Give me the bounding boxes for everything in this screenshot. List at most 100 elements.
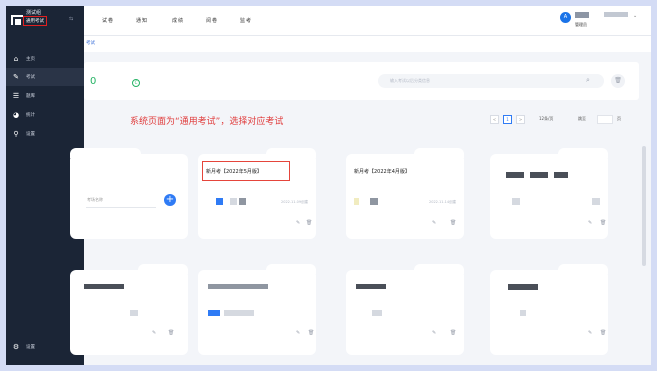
blurred-title bbox=[84, 284, 124, 289]
card-tab bbox=[266, 148, 316, 158]
sidebar-item-label: 设置 bbox=[26, 345, 35, 350]
exam-card-date: 2022.11.09创建 bbox=[281, 200, 309, 204]
delete-icon[interactable]: 🗑 bbox=[600, 330, 606, 336]
blurred-stat bbox=[130, 310, 138, 316]
blurred-title bbox=[506, 172, 524, 178]
blurred-title bbox=[208, 284, 268, 289]
edit-icon[interactable]: ✎ bbox=[588, 220, 592, 226]
card-tab bbox=[266, 264, 316, 274]
pager-page-suffix: 页 bbox=[617, 116, 621, 121]
tab-notice[interactable]: 通知 bbox=[136, 17, 148, 24]
exam-icon: ✎ bbox=[13, 73, 19, 81]
exam-name-input[interactable]: 考场名称 bbox=[87, 197, 103, 203]
sidebar-item-question-bank[interactable]: ☰ 题库 bbox=[6, 87, 84, 105]
edit-icon[interactable]: ✎ bbox=[152, 330, 156, 336]
breadcrumb-current[interactable]: 考试 bbox=[86, 40, 95, 46]
blurred-stat bbox=[372, 310, 382, 316]
trash-button[interactable]: 🗑 bbox=[611, 74, 625, 88]
exam-count: 0 bbox=[90, 76, 97, 87]
input-underline bbox=[86, 207, 156, 208]
search-placeholder: 输入考试以后分类信息 bbox=[390, 78, 430, 83]
topbar: 试卷 通知 成绩 阅卷 监考 A 管理员 ⌄ bbox=[84, 6, 651, 36]
edit-icon[interactable]: ✎ bbox=[432, 220, 436, 226]
brand: 测试组 通用考试 ⇆ bbox=[6, 6, 84, 36]
sidebar-item-label: 设置 bbox=[26, 132, 35, 137]
chevron-down-icon[interactable]: ⌄ bbox=[633, 13, 637, 19]
edit-icon[interactable]: ✎ bbox=[296, 220, 300, 226]
tab-proctor[interactable]: 监考 bbox=[240, 17, 252, 24]
exam-card[interactable]: ✎ 🗑 bbox=[490, 264, 608, 355]
exam-card-title: 新月考【2022年4月版】 bbox=[354, 169, 410, 175]
org-blurred bbox=[604, 12, 628, 17]
edit-icon[interactable]: ✎ bbox=[588, 330, 592, 336]
breadcrumb: 考试 bbox=[84, 36, 651, 52]
page-size-select[interactable]: 12条/页 bbox=[539, 116, 553, 122]
exam-card[interactable]: ✎ 🗑 bbox=[346, 264, 464, 355]
delete-icon[interactable]: 🗑 bbox=[600, 220, 606, 226]
brand-subtitle[interactable]: 通用考试 bbox=[23, 16, 47, 26]
sidebar-item-settings[interactable]: ⚲ 设置 bbox=[6, 125, 84, 143]
exam-card[interactable]: ✎ 🗑 bbox=[490, 148, 608, 239]
annotation-text: 系统页面为“通用考试”，选择对应考试 bbox=[130, 117, 284, 127]
blurred-title bbox=[508, 284, 538, 290]
sidebar-item-stats[interactable]: ◕ 统计 bbox=[6, 106, 84, 124]
delete-icon[interactable]: 🗑 bbox=[168, 330, 174, 336]
add-exam-button[interactable]: + bbox=[164, 194, 176, 206]
blurred-stat bbox=[354, 198, 359, 205]
delete-icon[interactable]: 🗑 bbox=[306, 220, 312, 226]
logo-mark bbox=[15, 19, 21, 25]
blurred-stat bbox=[592, 198, 600, 205]
tab-marking[interactable]: 阅卷 bbox=[206, 17, 218, 24]
pager-prev-button[interactable]: < bbox=[490, 115, 499, 124]
blurred-title bbox=[554, 172, 568, 178]
exam-card[interactable]: 新月考【2022年4月版】 2022.11.14创建 ✎ 🗑 bbox=[346, 148, 464, 239]
blurred-stat bbox=[224, 310, 254, 316]
question-bank-icon: ☰ bbox=[12, 92, 20, 100]
refresh-icon[interactable]: C bbox=[132, 79, 140, 87]
tab-scores[interactable]: 成绩 bbox=[172, 17, 184, 24]
pager-jump-input[interactable] bbox=[597, 115, 613, 124]
brand-name: 测试组 bbox=[26, 10, 42, 16]
edit-icon[interactable]: ✎ bbox=[296, 330, 300, 336]
blurred-stat bbox=[520, 310, 526, 316]
delete-icon[interactable]: 🗑 bbox=[308, 330, 314, 336]
blurred-stat bbox=[230, 198, 237, 205]
sidebar-item-exam[interactable]: ✎ 考试 bbox=[6, 68, 84, 86]
blurred-stat bbox=[370, 198, 378, 205]
search-input[interactable]: 输入考试以后分类信息 ⌕ bbox=[378, 74, 604, 88]
exam-card-title: 新月考【2022年5月版】 bbox=[206, 169, 262, 175]
card-tab bbox=[138, 264, 188, 274]
home-icon: ⌂ bbox=[13, 55, 19, 63]
blurred-stat bbox=[208, 310, 220, 316]
collapse-icon[interactable]: ⇆ bbox=[69, 16, 73, 22]
scrollbar[interactable] bbox=[642, 146, 646, 266]
pager-next-button[interactable]: > bbox=[516, 115, 525, 124]
card-tab bbox=[70, 148, 141, 158]
tab-papers[interactable]: 试卷 bbox=[102, 17, 114, 24]
card-tab bbox=[558, 264, 608, 274]
delete-icon[interactable]: 🗑 bbox=[450, 330, 456, 336]
blurred-stat bbox=[216, 198, 223, 205]
pager-jump-label: 跳至 bbox=[578, 116, 586, 121]
avatar[interactable]: A bbox=[560, 12, 571, 23]
exam-card[interactable]: ✎ 🗑 bbox=[198, 264, 316, 355]
sidebar-item-label: 主页 bbox=[26, 57, 35, 62]
delete-icon[interactable]: 🗑 bbox=[450, 220, 456, 226]
card-tab bbox=[414, 148, 464, 158]
search-icon[interactable]: ⌕ bbox=[586, 76, 590, 85]
gear-icon: ⚙ bbox=[12, 343, 20, 351]
pager-page-button[interactable]: 1 bbox=[503, 115, 512, 124]
card-tab bbox=[558, 148, 608, 158]
user-role: 管理员 bbox=[575, 22, 587, 27]
stats-bar: 0 C 输入考试以后分类信息 ⌕ 🗑 bbox=[84, 62, 639, 100]
card-tab bbox=[414, 264, 464, 274]
edit-icon[interactable]: ✎ bbox=[432, 330, 436, 336]
sidebar-item-home[interactable]: ⌂ 主页 bbox=[6, 50, 84, 68]
blurred-stat bbox=[512, 198, 520, 205]
exam-card[interactable]: ✎ 🗑 bbox=[70, 264, 188, 355]
app-window: 测试组 通用考试 ⇆ ⌂ 主页 ✎ 考试 ☰ 题库 ◕ 统计 ⚲ 设置 ⚙ 设置 bbox=[6, 6, 651, 365]
stats-icon: ◕ bbox=[12, 111, 20, 119]
blurred-stat bbox=[239, 198, 246, 205]
exam-card[interactable]: 新月考【2022年5月版】 2022.11.09创建 ✎ 🗑 bbox=[198, 148, 316, 239]
exam-card-date: 2022.11.14创建 bbox=[429, 200, 457, 204]
